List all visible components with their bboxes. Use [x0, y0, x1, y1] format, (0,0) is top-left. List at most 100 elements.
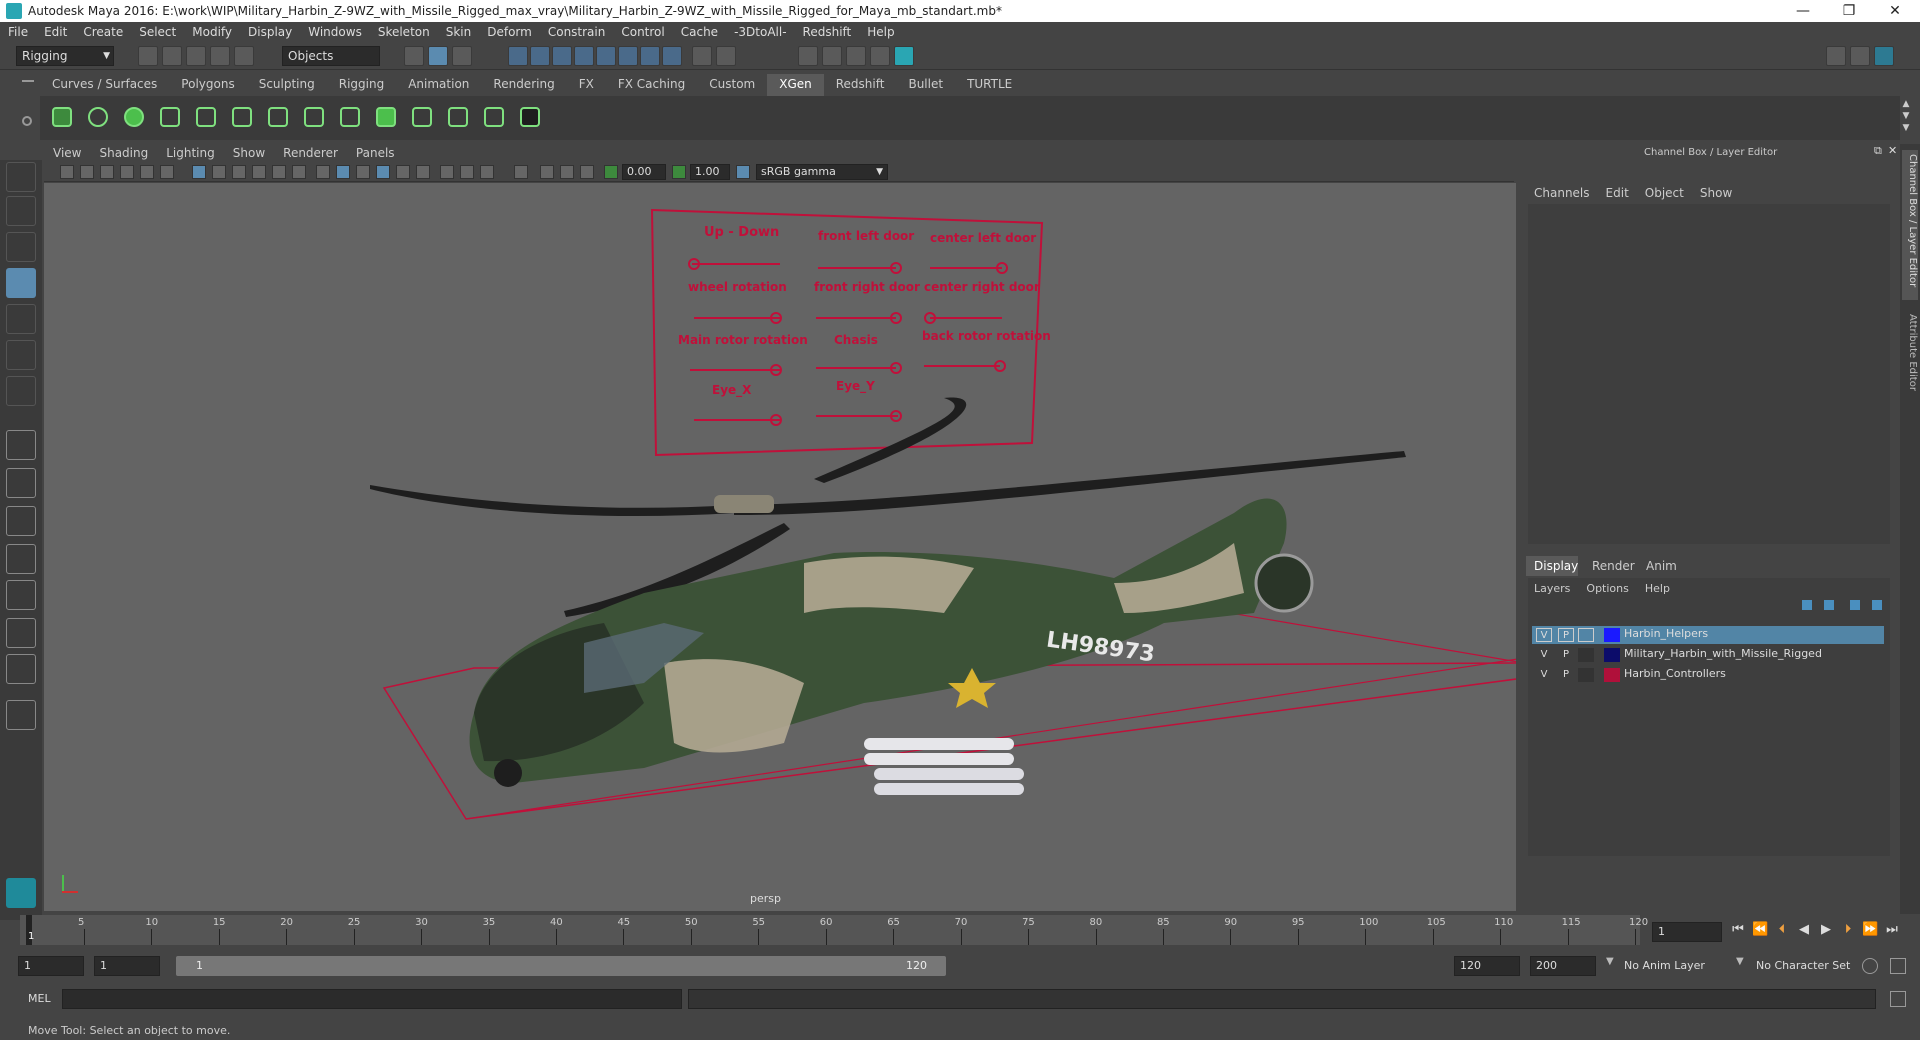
- play-forward-icon[interactable]: ▶: [1818, 922, 1834, 938]
- menu-deform[interactable]: Deform: [479, 25, 540, 39]
- menu-create[interactable]: Create: [75, 25, 131, 39]
- layer-playback-toggle[interactable]: P: [1558, 648, 1574, 662]
- persp-outliner-icon[interactable]: [6, 506, 36, 536]
- panel-close-icon[interactable]: ✕: [1888, 144, 1897, 157]
- layer-playback-toggle[interactable]: P: [1558, 668, 1574, 682]
- two-pane-icon[interactable]: [6, 618, 36, 648]
- menu-3dtoall[interactable]: -3DtoAll-: [726, 25, 794, 39]
- depth-of-field-icon[interactable]: [396, 165, 410, 179]
- perspective-viewport[interactable]: Up - Down front left door center left do…: [44, 183, 1516, 911]
- layer-color-swatch[interactable]: [1604, 628, 1620, 642]
- shelf-menu-icon[interactable]: [22, 80, 34, 82]
- input-ops-icon[interactable]: [716, 46, 736, 66]
- xray-joints-icon[interactable]: [440, 165, 454, 179]
- slider-back-rotor-rotation[interactable]: [924, 365, 1000, 367]
- anim-start-field[interactable]: 1: [18, 956, 84, 976]
- menu-windows[interactable]: Windows: [300, 25, 370, 39]
- layer-type-toggle[interactable]: [1578, 648, 1594, 662]
- range-slider[interactable]: 1 120: [176, 956, 946, 976]
- anim-end-field[interactable]: 200: [1530, 956, 1596, 976]
- viewport-menu-panels[interactable]: Panels: [347, 146, 404, 160]
- hud-icon[interactable]: [514, 165, 528, 179]
- playback-end-field[interactable]: 120: [1454, 956, 1520, 976]
- four-view-icon[interactable]: [6, 468, 36, 498]
- channel-menu-object[interactable]: Object: [1637, 186, 1692, 200]
- step-back-icon[interactable]: ⏪: [1752, 922, 1768, 938]
- move-layer-up-icon[interactable]: [1802, 600, 1812, 610]
- slider-center-right-door[interactable]: [930, 317, 1002, 319]
- xgen-brush-icon[interactable]: [442, 101, 474, 135]
- viewport-menu-renderer[interactable]: Renderer: [274, 146, 347, 160]
- slider-handle-eye-x[interactable]: [770, 414, 782, 426]
- side-tab-channel-box[interactable]: Channel Box / Layer Editor: [1902, 150, 1918, 300]
- menu-redshift[interactable]: Redshift: [795, 25, 860, 39]
- play-backward-icon[interactable]: ◀: [1796, 922, 1812, 938]
- history-icon[interactable]: [618, 46, 638, 66]
- viewport-menu-shading[interactable]: Shading: [90, 146, 157, 160]
- menu-cache[interactable]: Cache: [673, 25, 726, 39]
- xgen-edit-guide-icon[interactable]: [226, 101, 258, 135]
- mel-label[interactable]: MEL: [28, 992, 51, 1005]
- paint-select-tool-icon[interactable]: [6, 232, 36, 262]
- tab-polygons[interactable]: Polygons: [169, 74, 246, 96]
- render-view-icon[interactable]: [798, 46, 818, 66]
- camera-attr-icon[interactable]: [80, 165, 94, 179]
- camera-icon[interactable]: [60, 165, 74, 179]
- slider-handle-center-left-door[interactable]: [996, 262, 1008, 274]
- lock-icon[interactable]: [692, 46, 712, 66]
- layer-visibility-toggle[interactable]: V: [1536, 628, 1552, 642]
- tab-turtle[interactable]: TURTLE: [955, 74, 1024, 96]
- snap-curve-icon[interactable]: [530, 46, 550, 66]
- persp-graph-icon[interactable]: [6, 544, 36, 574]
- slider-handle-up-down[interactable]: [688, 258, 700, 270]
- minimize-button[interactable]: —: [1780, 0, 1826, 22]
- layer-menu-options[interactable]: Options: [1578, 582, 1636, 595]
- layer-color-swatch[interactable]: [1604, 668, 1620, 682]
- snap-point-icon[interactable]: [552, 46, 572, 66]
- viewport-menu-show[interactable]: Show: [224, 146, 274, 160]
- slider-front-right-door[interactable]: [816, 317, 896, 319]
- menu-skeleton[interactable]: Skeleton: [370, 25, 438, 39]
- film-gate-icon[interactable]: [160, 165, 174, 179]
- slider-handle-center-right-door[interactable]: [924, 312, 936, 324]
- hypershade-icon[interactable]: [894, 46, 914, 66]
- gamma-icon[interactable]: [672, 165, 686, 179]
- workspace-icon[interactable]: [1826, 46, 1846, 66]
- render-settings-icon[interactable]: [870, 46, 890, 66]
- layer-row[interactable]: V P Harbin_Helpers: [1532, 626, 1884, 644]
- layout-icon[interactable]: [1850, 46, 1870, 66]
- layer-row[interactable]: V P Harbin_Controllers: [1532, 666, 1884, 684]
- symmetry-icon[interactable]: [662, 46, 682, 66]
- new-scene-icon[interactable]: [138, 46, 158, 66]
- time-slider[interactable]: 1 5 10 15 20 25 30 35 40 45 50 55 60 65 70 75 80 85 90 95 1…: [20, 915, 1648, 945]
- view-transform-dropdown[interactable]: sRGB gamma ▼: [756, 164, 888, 180]
- xgen-editor-icon[interactable]: [46, 101, 78, 135]
- bookmark-icon[interactable]: [100, 165, 114, 179]
- render-current-icon[interactable]: [822, 46, 842, 66]
- tab-bullet[interactable]: Bullet: [896, 74, 955, 96]
- wireframe-icon[interactable]: [192, 165, 206, 179]
- gamma-field[interactable]: 1.00: [690, 164, 730, 180]
- tab-fx-caching[interactable]: FX Caching: [606, 74, 697, 96]
- layer-visibility-toggle[interactable]: V: [1536, 668, 1552, 682]
- xgen-layer-icon[interactable]: [370, 101, 402, 135]
- menu-select[interactable]: Select: [131, 25, 184, 39]
- tab-redshift[interactable]: Redshift: [824, 74, 897, 96]
- rotate-tool-icon[interactable]: [6, 304, 36, 334]
- layer-menu-help[interactable]: Help: [1637, 582, 1678, 595]
- auto-key-icon[interactable]: [1862, 958, 1878, 974]
- mel-command-input[interactable]: [62, 989, 682, 1009]
- shelf-scroll-icon[interactable]: ▲ ▼ ▼: [1900, 98, 1912, 134]
- xray-icon[interactable]: [416, 165, 430, 179]
- anti-aliasing-icon[interactable]: [376, 165, 390, 179]
- smooth-shade-icon[interactable]: [212, 165, 226, 179]
- tab-fx[interactable]: FX: [567, 74, 606, 96]
- xgen-place-guides-icon[interactable]: [154, 101, 186, 135]
- menu-display[interactable]: Display: [240, 25, 300, 39]
- maximize-button[interactable]: ❐: [1826, 0, 1872, 22]
- field-chart-icon[interactable]: [580, 165, 594, 179]
- menu-set-dropdown[interactable]: Rigging ▼: [16, 46, 114, 66]
- channel-menu-edit[interactable]: Edit: [1598, 186, 1637, 200]
- menu-modify[interactable]: Modify: [184, 25, 240, 39]
- image-plane-icon[interactable]: [120, 165, 134, 179]
